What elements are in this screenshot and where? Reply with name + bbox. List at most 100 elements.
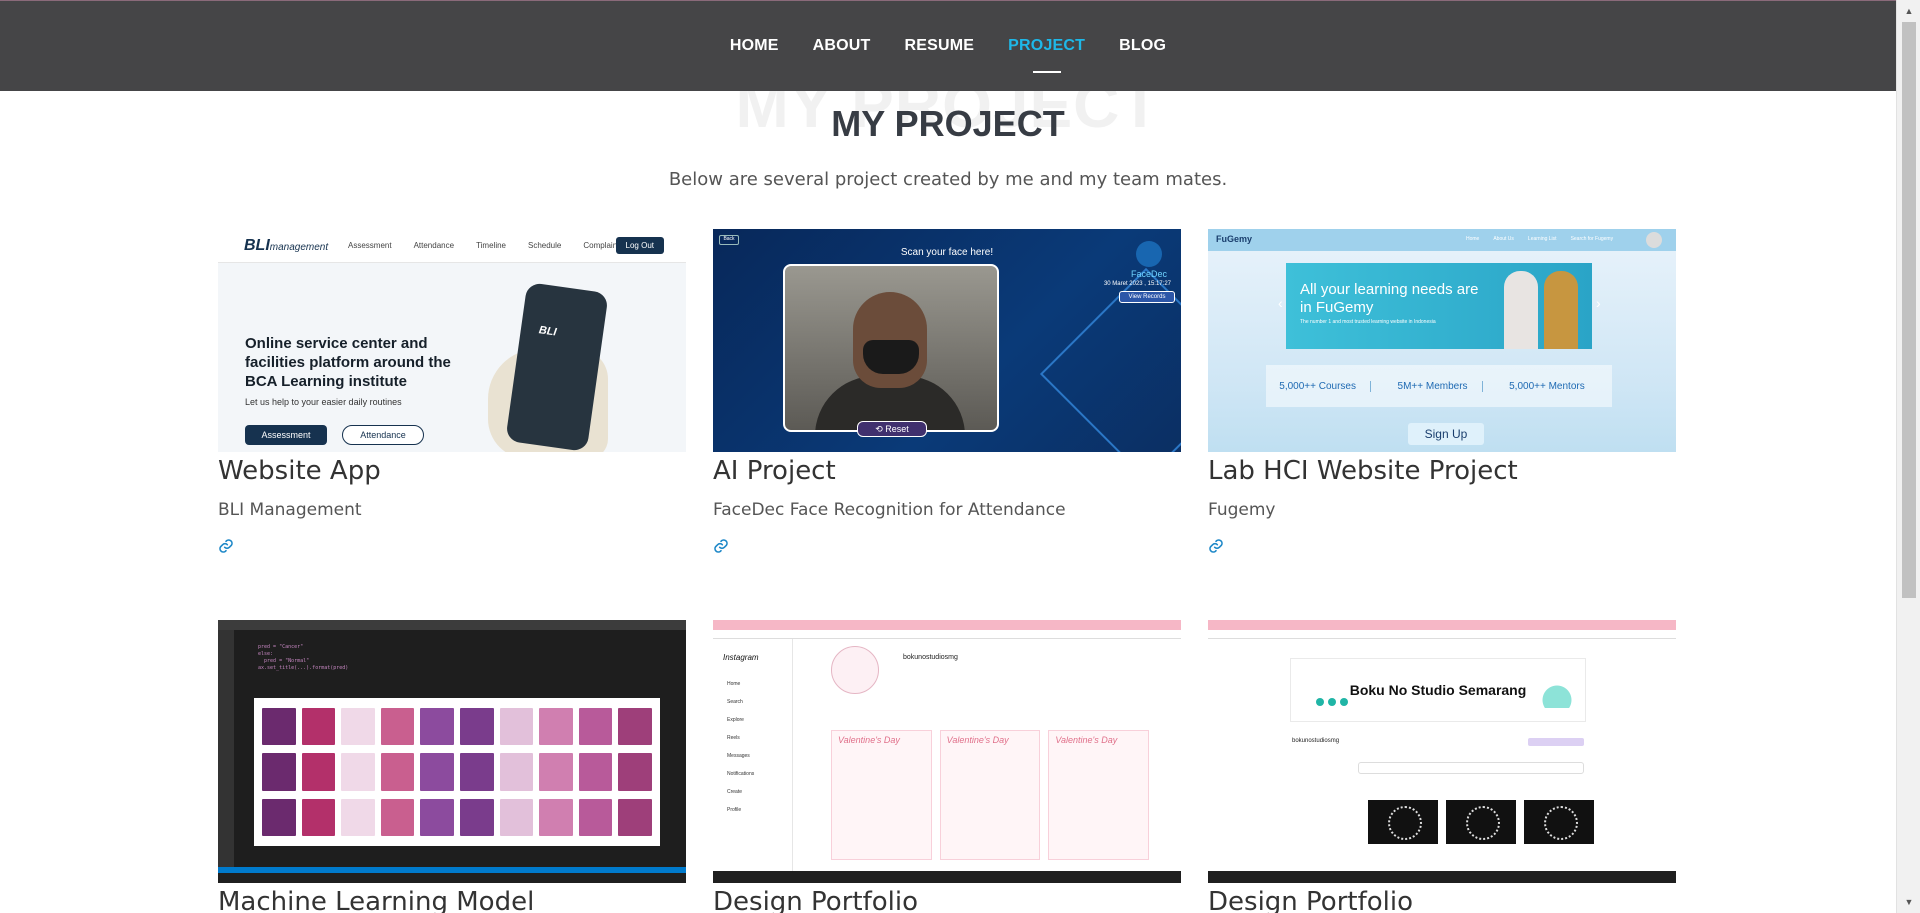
thumb-ig-nav: Instagram Home Search Explore Reels Mess… xyxy=(713,639,793,871)
thumb-ig-menu-item: Messages xyxy=(727,753,750,759)
thumb-fugemy-logo: FuGemy xyxy=(1216,234,1253,244)
link-icon[interactable] xyxy=(1208,538,1228,558)
thumb-ig-menu-item: Profile xyxy=(727,807,742,813)
thumb-ig-menu: Home Search Explore Reels Messages Notif… xyxy=(727,675,754,819)
thumb-decor-dots xyxy=(1316,698,1348,706)
project-title: AI Project xyxy=(713,456,836,486)
facedec-logo-icon xyxy=(1135,241,1162,267)
histology-tile xyxy=(578,708,613,746)
thumb-back: Back xyxy=(719,235,739,245)
thumb-stats: 5,000++ Courses 5M++ Members 5,000++ Men… xyxy=(1266,365,1612,407)
link-icon[interactable] xyxy=(218,538,238,558)
thumb-taskbar xyxy=(218,873,686,883)
thumb-ig-menu-item: Reels xyxy=(727,735,740,741)
nav-link-home[interactable]: HOME xyxy=(730,37,779,55)
thumb-links: Home About Us Learning List Search for F… xyxy=(1466,236,1613,242)
thumb-bli-logo: BLImanagement xyxy=(244,237,328,255)
histology-tile xyxy=(380,708,415,746)
histology-tile xyxy=(578,753,613,791)
nav-item-blog[interactable]: BLOG xyxy=(1102,1,1183,91)
project-thumbnail[interactable]: Back Scan your face here! FaceDec 30 Mar… xyxy=(713,229,1181,452)
thumb-titlebar xyxy=(218,620,686,630)
thumb-stat: 5,000++ Mentors xyxy=(1509,380,1585,392)
thumb-banner: All your learning needs are in FuGemy Th… xyxy=(1286,263,1592,349)
project-thumbnail[interactable]: pred = "Cancer" else: pred = "Normal" ax.s… xyxy=(218,620,686,883)
nav-list: HOME ABOUT RESUME PROJECT BLOG xyxy=(713,1,1183,91)
thumb-menu-item: Assessment xyxy=(348,241,392,250)
thumb-studio-username: bokunostudiosmg xyxy=(1292,738,1340,744)
nav-link-project[interactable]: PROJECT xyxy=(1008,37,1085,55)
thumb-ig-post xyxy=(831,730,932,860)
bli-logo-text: BLI xyxy=(244,237,270,254)
thumb-date: 30 Maret 2023 , 15:17:27 xyxy=(1103,281,1171,287)
project-card-ai: Back Scan your face here! FaceDec 30 Mar… xyxy=(713,229,1181,563)
thumb-ig-avatar xyxy=(831,646,879,694)
histology-tile xyxy=(499,798,534,836)
histology-tile xyxy=(499,753,534,791)
histology-tile xyxy=(459,708,494,746)
nav-item-about[interactable]: ABOUT xyxy=(796,1,888,91)
thumb-banner-sub: The number 1 and most trusted learning w… xyxy=(1300,319,1436,325)
project-title: Design Portfolio xyxy=(713,887,918,913)
thumb-ig-menu-item: Explore xyxy=(727,717,744,723)
histology-tile xyxy=(262,708,296,746)
page-scrollbar[interactable]: ▲ ▼ xyxy=(1896,0,1920,913)
project-title: Lab HCI Website Project xyxy=(1208,456,1518,486)
thumb-ig-post xyxy=(1048,730,1149,860)
thumb-search-bar xyxy=(1358,762,1584,774)
project-card-website-app: BLImanagement Assessment Attendance Time… xyxy=(218,229,686,563)
bli-logo-sub: management xyxy=(269,242,329,253)
project-thumbnail[interactable]: Boku No Studio Semarang bokunostudiosmg xyxy=(1208,620,1676,883)
project-card-design-portfolio-2: Boku No Studio Semarang bokunostudiosmg … xyxy=(1208,620,1676,913)
thumb-banner-headline: All your learning needs are in FuGemy xyxy=(1300,281,1479,316)
histology-tile xyxy=(301,753,336,791)
scroll-down-arrow-icon[interactable]: ▼ xyxy=(1897,893,1920,911)
thumb-decor-teal xyxy=(1522,668,1572,708)
project-desc: Fugemy xyxy=(1208,500,1276,520)
thumb-scan-text: Scan your face here! xyxy=(900,247,994,258)
thumb-ig-menu-item: Notifications xyxy=(727,771,755,777)
thumb-menu-item: Timeline xyxy=(476,241,506,250)
project-desc: FaceDec Face Recognition for Attendance xyxy=(713,500,1066,520)
thumb-person-mask xyxy=(863,340,919,374)
thumb-assessment-btn: Assessment xyxy=(245,425,327,445)
thumb-person-1 xyxy=(1504,271,1538,349)
nav-link-about[interactable]: ABOUT xyxy=(813,37,871,55)
thumb-ig-menu-item: Search xyxy=(727,699,743,705)
scroll-up-arrow-icon[interactable]: ▲ xyxy=(1897,2,1920,20)
thumb-camera-frame xyxy=(783,264,999,432)
histology-tile xyxy=(341,753,375,791)
project-card-design-portfolio-1: Instagram Home Search Explore Reels Mess… xyxy=(713,620,1181,913)
link-icon[interactable] xyxy=(713,538,733,558)
histology-tile xyxy=(578,798,613,836)
histology-tile xyxy=(341,708,375,746)
histology-tile xyxy=(618,798,652,836)
thumb-stat: 5,000++ Courses xyxy=(1279,380,1371,392)
nav-link-blog[interactable]: BLOG xyxy=(1119,37,1166,55)
project-thumbnail[interactable]: Instagram Home Search Explore Reels Mess… xyxy=(713,620,1181,883)
thumb-logout: Log Out xyxy=(615,237,664,254)
reset-label: Reset xyxy=(885,424,909,434)
thumb-studio-image xyxy=(1368,800,1438,844)
thumb-ig-username: bokunostudiosmg xyxy=(903,654,958,661)
thumb-menu-item: Attendance xyxy=(413,241,455,250)
scrollbar-thumb[interactable] xyxy=(1902,22,1916,598)
thumb-address-bar xyxy=(713,630,1181,639)
thumb-ig-posts xyxy=(831,730,1149,860)
histology-tile xyxy=(341,798,375,836)
thumb-studio-image xyxy=(1446,800,1516,844)
histology-tile xyxy=(420,753,454,791)
nav-item-project[interactable]: PROJECT xyxy=(991,1,1102,91)
project-thumbnail[interactable]: FuGemy Home About Us Learning List Searc… xyxy=(1208,229,1676,452)
nav-link-resume[interactable]: RESUME xyxy=(905,37,975,55)
thumb-link: Learning List xyxy=(1527,236,1557,242)
project-thumbnail[interactable]: BLImanagement Assessment Attendance Time… xyxy=(218,229,686,452)
nav-item-resume[interactable]: RESUME xyxy=(888,1,992,91)
thumb-menu: Assessment Attendance Timeline Schedule … xyxy=(348,241,617,250)
nav-item-home[interactable]: HOME xyxy=(713,1,796,91)
thumb-brand: FaceDec xyxy=(1131,241,1167,279)
histology-tile xyxy=(618,753,652,791)
section-subtitle: Below are several project created by me … xyxy=(668,169,1228,190)
thumb-signup-btn: Sign Up xyxy=(1408,423,1484,445)
thumb-link: About Us xyxy=(1493,236,1514,242)
